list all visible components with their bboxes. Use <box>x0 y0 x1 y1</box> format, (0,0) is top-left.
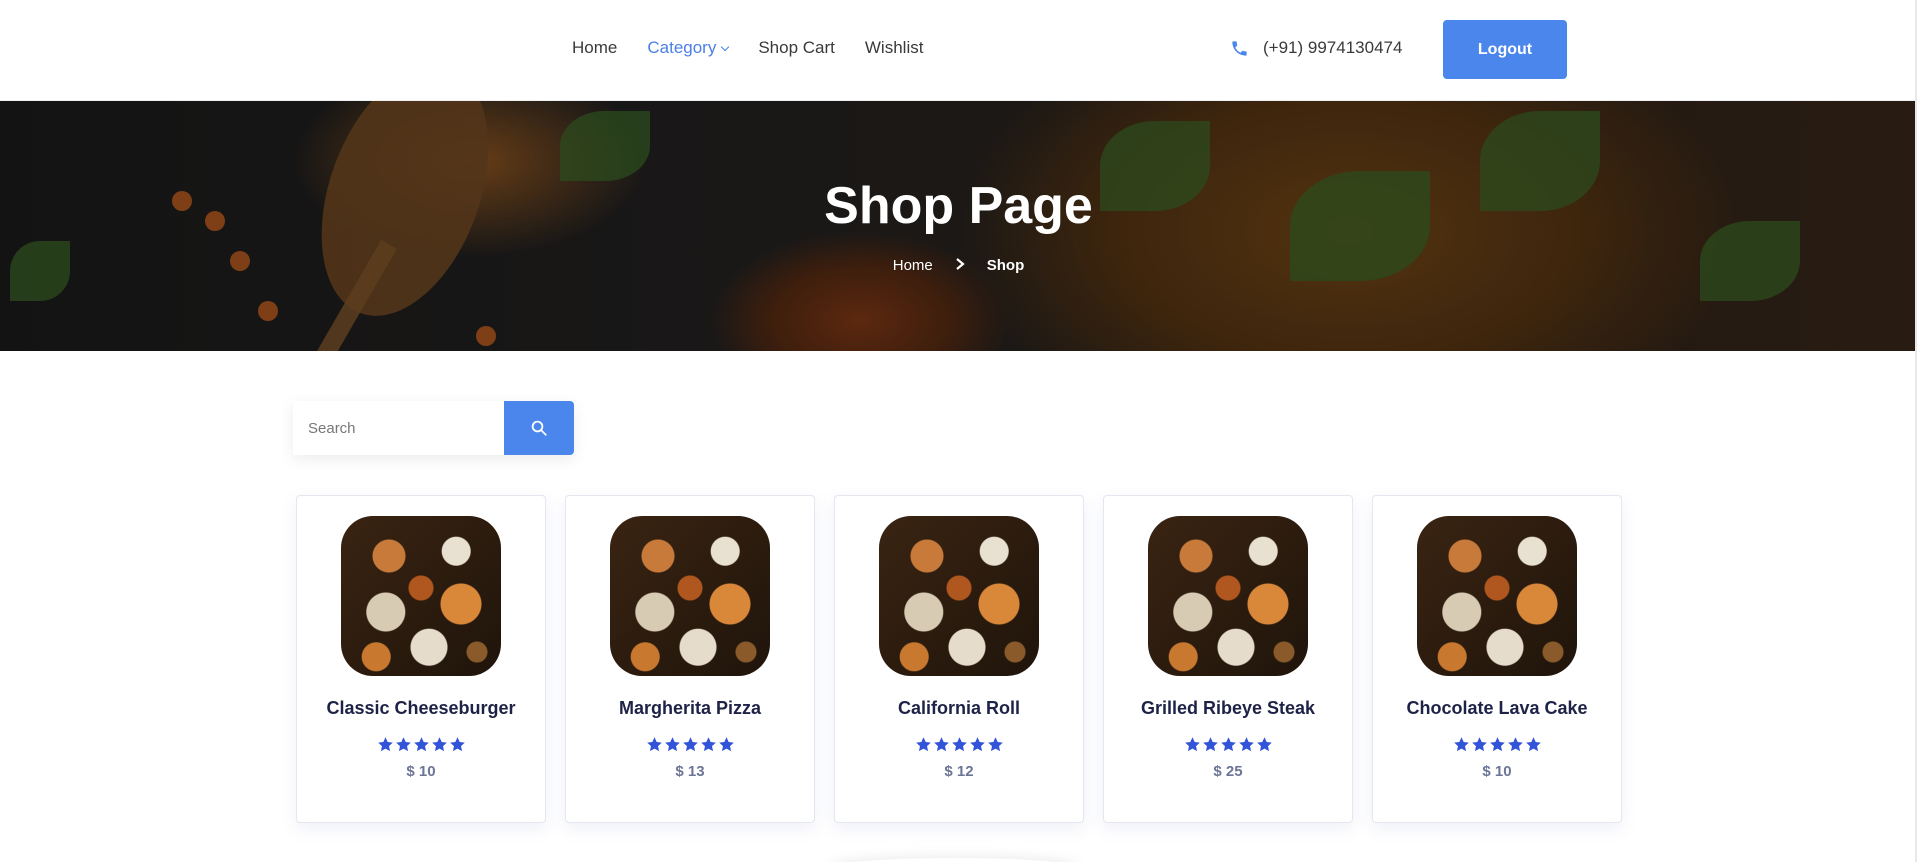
star-icon <box>682 737 698 752</box>
nav-home-label: Home <box>572 38 618 57</box>
hero-background-lentil <box>476 326 496 346</box>
breadcrumb: Home Shop <box>0 257 1917 274</box>
phone-icon <box>1232 40 1247 56</box>
star-icon <box>664 737 680 752</box>
star-icon <box>1238 737 1254 752</box>
breadcrumb-home[interactable]: Home <box>893 257 933 274</box>
star-icon <box>969 737 985 752</box>
product-name[interactable]: Grilled Ribeye Steak <box>1104 698 1352 719</box>
product-card[interactable]: Chocolate Lava Cake $ 10 <box>1372 495 1622 823</box>
chevron-down-icon <box>721 42 730 51</box>
search-bar <box>293 401 574 455</box>
nav-category[interactable]: Category <box>647 38 730 58</box>
phone-number: (+91) 9974130474 <box>1263 38 1403 57</box>
star-icon <box>987 737 1003 752</box>
product-rating <box>1104 736 1352 753</box>
nav-wishlist[interactable]: Wishlist <box>865 38 924 58</box>
star-icon <box>1453 737 1469 752</box>
search-button[interactable] <box>504 401 574 455</box>
hero-background-leaf <box>560 111 650 181</box>
nav-category-label: Category <box>647 38 717 57</box>
product-price: $ 12 <box>944 763 974 780</box>
product-price: $ 13 <box>675 763 705 780</box>
product-name[interactable]: Margherita Pizza <box>566 698 814 719</box>
product-card[interactable]: Classic Cheeseburger $ 10 <box>296 495 546 823</box>
product-rating <box>297 736 545 753</box>
product-card[interactable]: Grilled Ribeye Steak $ 25 <box>1103 495 1353 823</box>
product-price: $ 25 <box>1213 763 1243 780</box>
star-icon <box>646 737 662 752</box>
star-icon <box>1256 737 1272 752</box>
star-icon <box>700 737 716 752</box>
product-rating <box>566 736 814 753</box>
product-name[interactable]: Classic Cheeseburger <box>297 698 545 719</box>
site-header: Home Category Shop Cart Wishlist (+91) 9… <box>0 0 1917 101</box>
nav-wishlist-label: Wishlist <box>864 38 924 57</box>
product-image[interactable] <box>341 516 501 676</box>
star-icon <box>915 737 931 752</box>
star-icon <box>1220 737 1236 752</box>
product-image[interactable] <box>1148 516 1308 676</box>
search-input[interactable] <box>293 401 504 455</box>
star-icon <box>1471 737 1487 752</box>
star-icon <box>1489 737 1505 752</box>
star-icon <box>395 737 411 752</box>
star-icon <box>449 737 465 752</box>
star-icon <box>951 737 967 752</box>
page-title: Shop Page <box>824 177 1093 235</box>
star-icon <box>1202 737 1218 752</box>
nav-home[interactable]: Home <box>572 38 617 58</box>
hero-background-lentil <box>258 301 278 321</box>
star-icon <box>933 737 949 752</box>
chevron-right-icon <box>955 257 965 274</box>
nav-shop-cart-label: Shop Cart <box>758 38 835 57</box>
phone-contact[interactable]: (+91) 9974130474 <box>1230 38 1402 58</box>
star-icon <box>1525 737 1541 752</box>
product-image[interactable] <box>610 516 770 676</box>
star-icon <box>1507 737 1523 752</box>
product-image[interactable] <box>879 516 1039 676</box>
star-icon <box>718 737 734 752</box>
search-icon <box>531 420 547 436</box>
product-name[interactable]: Chocolate Lava Cake <box>1373 698 1621 719</box>
star-icon <box>1184 737 1200 752</box>
product-rating <box>835 736 1083 753</box>
product-price: $ 10 <box>406 763 436 780</box>
star-icon <box>377 737 393 752</box>
star-icon <box>431 737 447 752</box>
star-icon <box>413 737 429 752</box>
logout-button[interactable]: Logout <box>1443 20 1567 79</box>
next-section-edge <box>830 858 1080 862</box>
product-price: $ 10 <box>1482 763 1512 780</box>
product-name[interactable]: California Roll <box>835 698 1083 719</box>
breadcrumb-current: Shop <box>986 257 1025 274</box>
nav-shop-cart[interactable]: Shop Cart <box>758 38 835 58</box>
product-grid: Classic Cheeseburger $ 10 Margherita Piz… <box>296 495 1622 823</box>
product-image[interactable] <box>1417 516 1577 676</box>
main-nav: Home Category Shop Cart Wishlist <box>572 38 953 58</box>
product-rating <box>1373 736 1621 753</box>
product-card[interactable]: California Roll $ 12 <box>834 495 1084 823</box>
product-card[interactable]: Margherita Pizza $ 13 <box>565 495 815 823</box>
